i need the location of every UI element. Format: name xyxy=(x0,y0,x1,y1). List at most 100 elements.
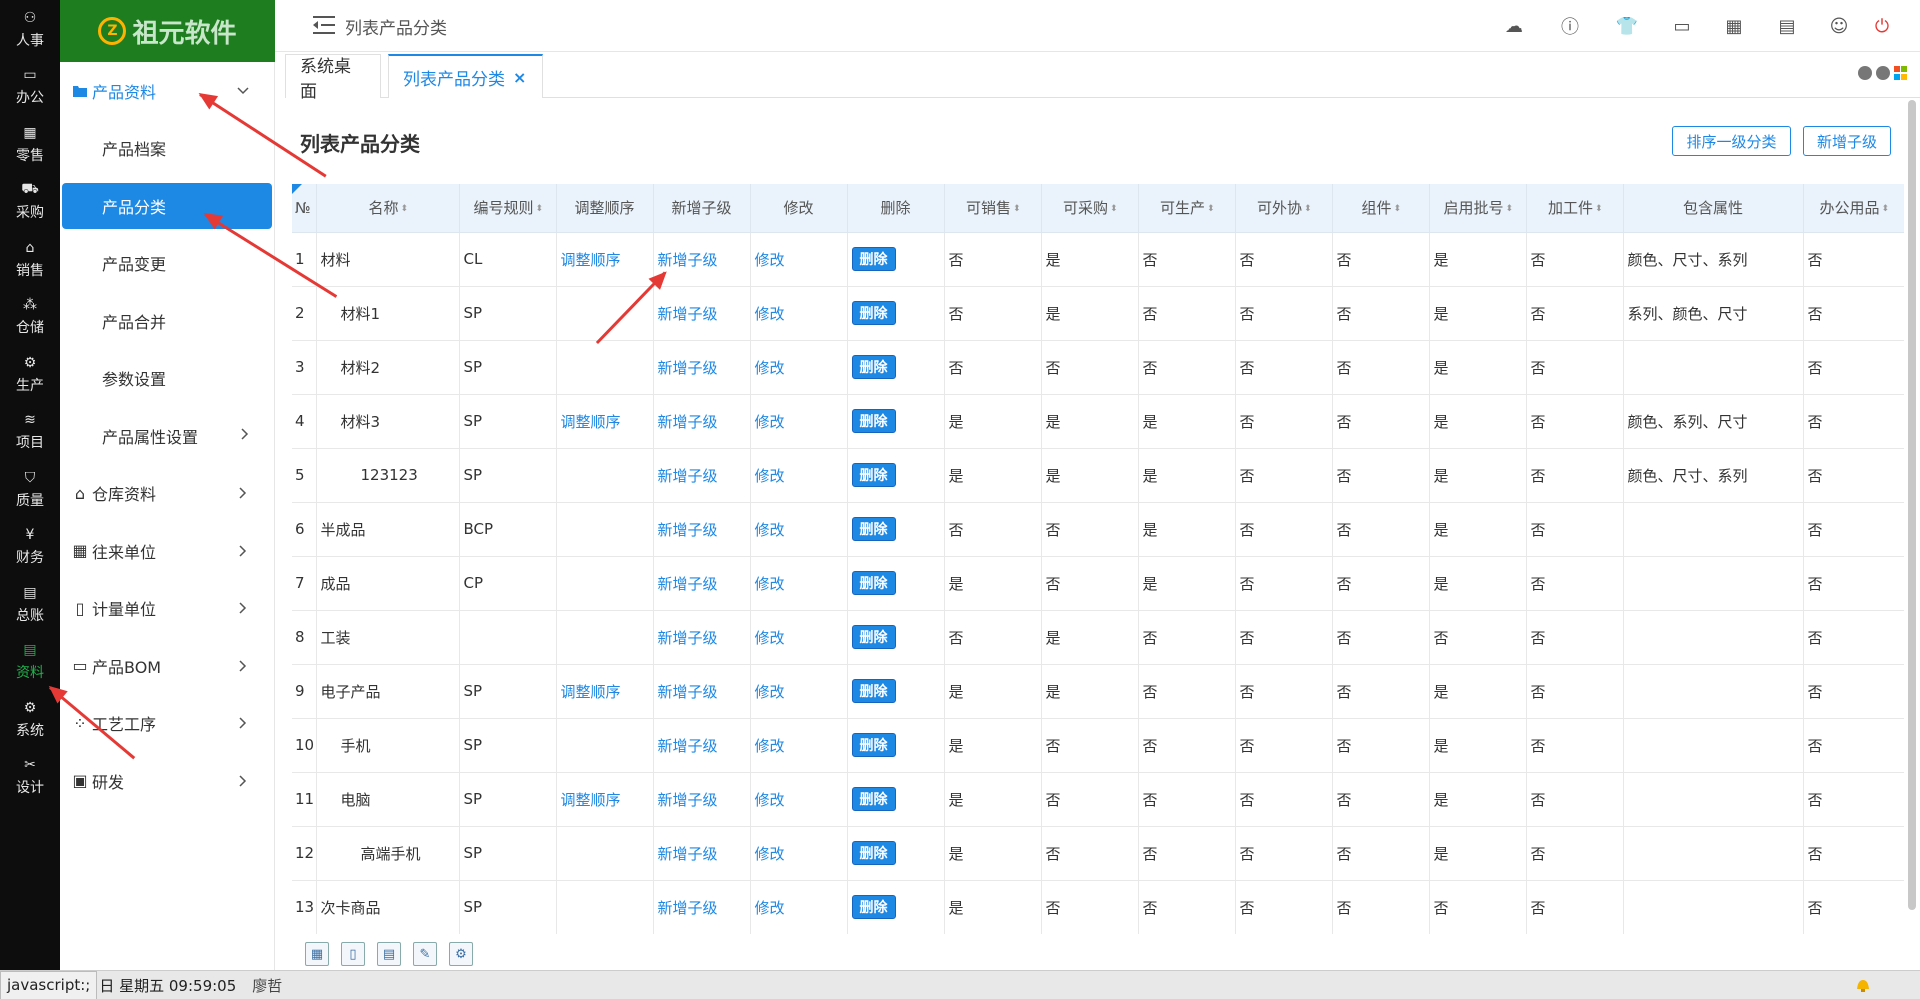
sidebar-subitem[interactable]: 产品档案 xyxy=(60,120,274,178)
help-icon[interactable]: ⓘ xyxy=(1558,14,1582,38)
sidebar-subitem[interactable]: 参数设置 xyxy=(60,350,274,408)
add-child-link[interactable]: 新增子级 xyxy=(658,845,718,863)
column-header[interactable]: 可销售 ⬍ xyxy=(944,184,1042,233)
sidebar-group[interactable]: ▦ 往来单位 xyxy=(60,522,274,580)
add-child-button[interactable]: 新增子级 xyxy=(1803,126,1891,156)
edit-link[interactable]: 修改 xyxy=(755,413,785,431)
column-header[interactable]: 启用批号 ⬍ xyxy=(1429,184,1527,233)
edit-link[interactable]: 修改 xyxy=(755,575,785,593)
add-child-link[interactable]: 新增子级 xyxy=(658,629,718,647)
rail-item[interactable]: ▭ 办公 xyxy=(0,58,60,116)
delete-button[interactable]: 删除 xyxy=(851,733,896,757)
add-child-link[interactable]: 新增子级 xyxy=(658,683,718,701)
rail-item[interactable]: ✂ 设计 xyxy=(0,748,60,806)
column-header[interactable]: 编号规则 ⬍ xyxy=(459,184,557,233)
tab-desktop[interactable]: 系统桌面 xyxy=(285,54,381,102)
edit-link[interactable]: 修改 xyxy=(755,737,785,755)
sidebar-subitem[interactable]: 产品分类 xyxy=(62,183,272,229)
delete-button[interactable]: 删除 xyxy=(851,625,896,649)
sidebar-group[interactable]: ⌂ 仓库资料 xyxy=(60,465,274,523)
delete-button[interactable]: 删除 xyxy=(851,841,896,865)
sidebar-subitem[interactable]: 产品变更 xyxy=(60,235,274,293)
edit-link[interactable]: 修改 xyxy=(755,899,785,917)
edit-link[interactable]: 修改 xyxy=(755,251,785,269)
delete-button[interactable]: 删除 xyxy=(851,247,896,271)
rail-item[interactable]: ⛉ 质量 xyxy=(0,460,60,518)
sidebar-group[interactable]: ▭ 产品BOM xyxy=(60,637,274,695)
edit-link[interactable]: 修改 xyxy=(755,845,785,863)
add-child-link[interactable]: 新增子级 xyxy=(658,305,718,323)
column-header[interactable]: 名称 ⬍ xyxy=(316,184,460,233)
edit-icon[interactable]: ✎ xyxy=(413,942,437,966)
edit-link[interactable]: 修改 xyxy=(755,305,785,323)
settings-icon[interactable]: ⚙ xyxy=(449,942,473,966)
rail-item[interactable]: ⚙ 生产 xyxy=(0,345,60,403)
column-header[interactable]: 可外协 ⬍ xyxy=(1235,184,1333,233)
rail-item[interactable]: ▤ 总账 xyxy=(0,575,60,633)
column-header[interactable]: 可生产 ⬍ xyxy=(1138,184,1236,233)
power-icon[interactable]: ⏻ xyxy=(1870,14,1894,38)
column-header[interactable]: 组件 ⬍ xyxy=(1332,184,1430,233)
close-icon[interactable]: × xyxy=(513,68,526,87)
rail-item[interactable]: ⁂ 仓储 xyxy=(0,288,60,346)
table-icon[interactable]: ▤ xyxy=(377,942,401,966)
delete-button[interactable]: 删除 xyxy=(851,571,896,595)
add-child-link[interactable]: 新增子级 xyxy=(658,359,718,377)
add-child-link[interactable]: 新增子级 xyxy=(658,899,718,917)
delete-button[interactable]: 删除 xyxy=(851,517,896,541)
edit-link[interactable]: 修改 xyxy=(755,467,785,485)
add-child-link[interactable]: 新增子级 xyxy=(658,251,718,269)
edit-link[interactable]: 修改 xyxy=(755,791,785,809)
window-icon[interactable]: ▭ xyxy=(1670,14,1694,38)
edit-link[interactable]: 修改 xyxy=(755,359,785,377)
add-child-link[interactable]: 新增子级 xyxy=(658,575,718,593)
menu-collapse-icon[interactable] xyxy=(311,14,337,36)
add-child-link[interactable]: 新增子级 xyxy=(658,413,718,431)
edit-link[interactable]: 修改 xyxy=(755,629,785,647)
rail-item[interactable]: ⚇ 人事 xyxy=(0,0,60,58)
delete-button[interactable]: 删除 xyxy=(851,463,896,487)
sidebar-group-product-data[interactable]: 产品资料 xyxy=(60,62,274,120)
cloud-icon[interactable]: ☁ xyxy=(1502,14,1526,38)
rail-item[interactable]: ≋ 项目 xyxy=(0,403,60,461)
bell-icon[interactable] xyxy=(1854,976,1872,994)
sidebar-subitem[interactable]: 产品属性设置 xyxy=(60,407,274,465)
add-child-link[interactable]: 新增子级 xyxy=(658,521,718,539)
delete-button[interactable]: 删除 xyxy=(851,355,896,379)
page-icon[interactable]: ▯ xyxy=(341,942,365,966)
shirt-icon[interactable]: 👕 xyxy=(1615,14,1639,38)
rail-item[interactable]: ⌂ 销售 xyxy=(0,230,60,288)
column-header[interactable]: 办公用品 ⬍ xyxy=(1803,184,1904,233)
delete-button[interactable]: 删除 xyxy=(851,409,896,433)
delete-button[interactable]: 删除 xyxy=(851,301,896,325)
adjust-order-link[interactable]: 调整顺序 xyxy=(561,251,621,269)
rail-item[interactable]: ⛟ 采购 xyxy=(0,173,60,231)
delete-button[interactable]: 删除 xyxy=(851,895,896,919)
apps-icon[interactable]: ▦ xyxy=(1722,14,1746,38)
column-header[interactable]: 加工件 ⬍ xyxy=(1526,184,1624,233)
add-child-link[interactable]: 新增子级 xyxy=(658,467,718,485)
column-header[interactable]: 可采购 ⬍ xyxy=(1041,184,1139,233)
tab-prev-icon[interactable] xyxy=(1858,66,1872,80)
delete-button[interactable]: 删除 xyxy=(851,787,896,811)
grid-icon[interactable]: ▦ xyxy=(305,942,329,966)
sort-top-category-button[interactable]: 排序一级分类 xyxy=(1672,126,1791,156)
edit-link[interactable]: 修改 xyxy=(755,683,785,701)
add-child-link[interactable]: 新增子级 xyxy=(658,737,718,755)
sidebar-group[interactable]: ▯ 计量单位 xyxy=(60,580,274,638)
add-child-link[interactable]: 新增子级 xyxy=(658,791,718,809)
tab-next-icon[interactable] xyxy=(1876,66,1890,80)
user-card-icon[interactable]: ☺ xyxy=(1827,14,1851,38)
vertical-scrollbar[interactable] xyxy=(1908,100,1916,910)
sidebar-group[interactable]: ▣ 研发 xyxy=(60,752,274,810)
edit-link[interactable]: 修改 xyxy=(755,521,785,539)
adjust-order-link[interactable]: 调整顺序 xyxy=(561,413,621,431)
adjust-order-link[interactable]: 调整顺序 xyxy=(561,791,621,809)
delete-button[interactable]: 删除 xyxy=(851,679,896,703)
windows-icon[interactable] xyxy=(1894,66,1908,80)
sidebar-subitem[interactable]: 产品合并 xyxy=(60,292,274,350)
tab-category-list[interactable]: 列表产品分类 × xyxy=(388,54,543,98)
rail-item[interactable]: ▦ 零售 xyxy=(0,115,60,173)
adjust-order-link[interactable]: 调整顺序 xyxy=(561,683,621,701)
rail-item[interactable]: ¥ 财务 xyxy=(0,518,60,576)
